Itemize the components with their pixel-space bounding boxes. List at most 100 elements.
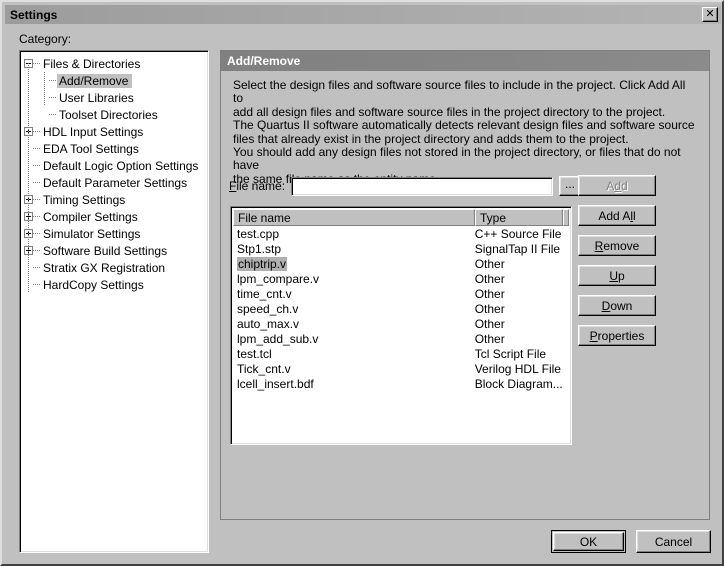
tree-connector-icon	[33, 250, 41, 251]
table-row[interactable]: Stp1.stp SignalTap II File	[233, 241, 569, 256]
cancel-button[interactable]: Cancel	[636, 530, 711, 553]
table-row[interactable]: test.cpp C++ Source File	[233, 226, 569, 241]
table-row[interactable]: chiptrip.v Other	[233, 256, 569, 271]
panel-description-line: add all design files and software source…	[233, 104, 666, 119]
sidebar-item-label: Software Build Settings	[43, 243, 168, 258]
table-row[interactable]: time_cnt.v Other	[233, 286, 569, 301]
file-name-text: auto_max.v	[237, 316, 300, 331]
properties-button[interactable]: Properties	[578, 325, 656, 346]
table-row[interactable]: speed_ch.v Other	[233, 301, 569, 316]
file-name-label: File name:	[229, 179, 285, 193]
file-name-cell: chiptrip.v	[233, 256, 471, 271]
file-list-body: test.cpp C++ Source File Stp1.stp SignalTap…	[233, 226, 569, 391]
tree-connector-icon	[33, 233, 41, 234]
settings-dialog: Settings ✕ Category: Files & Directories…	[0, 0, 724, 566]
panel-description: Select the design files and software sou…	[233, 78, 695, 186]
sidebar-item-default-logic-option-settings[interactable]: Default Logic Option Settings	[20, 157, 208, 174]
file-type-cell: Other	[474, 301, 505, 316]
table-row[interactable]: test.tcl Tcl Script File	[233, 346, 569, 361]
tree-connector-icon	[49, 97, 57, 98]
sidebar-item-hardcopy-settings[interactable]: HardCopy Settings	[20, 276, 208, 293]
file-name-text: Stp1.stp	[237, 241, 282, 256]
add-button: Add	[578, 175, 656, 196]
table-row[interactable]: Tick_cnt.v Verilog HDL File	[233, 361, 569, 376]
tree-connector-icon	[33, 182, 41, 183]
sidebar-item-simulator-settings[interactable]: Simulator Settings	[20, 225, 208, 242]
close-icon[interactable]: ✕	[702, 7, 718, 22]
table-row[interactable]: lpm_compare.v Other	[233, 271, 569, 286]
sidebar-item-label: Stratix GX Registration	[43, 260, 166, 275]
sidebar-item-label: EDA Tool Settings	[43, 141, 139, 156]
column-header-type[interactable]: Type	[475, 209, 563, 226]
tree-connector-icon	[33, 216, 41, 217]
file-name-input[interactable]	[291, 176, 554, 196]
ok-button[interactable]: OK	[553, 532, 624, 551]
sidebar-item-label: Timing Settings	[43, 192, 126, 207]
file-name-label-rest: ile name:	[236, 179, 286, 193]
sidebar-item-label: Files & Directories	[43, 56, 141, 71]
file-name-text: test.cpp	[237, 226, 280, 241]
tree-connector-icon	[33, 267, 41, 268]
sidebar-item-timing-settings[interactable]: Timing Settings	[20, 191, 208, 208]
file-type-cell: Verilog HDL File	[474, 361, 561, 376]
remove-button[interactable]: Remove	[578, 235, 656, 256]
sidebar-item-compiler-settings[interactable]: Compiler Settings	[20, 208, 208, 225]
sidebar-item-software-build-settings[interactable]: Software Build Settings	[20, 242, 208, 259]
sidebar-item-label: Default Logic Option Settings	[43, 158, 199, 173]
category-tree[interactable]: Files & Directories Add/Remove User Librar…	[19, 50, 209, 553]
sidebar-item-eda-tool-settings[interactable]: EDA Tool Settings	[20, 140, 208, 157]
category-label: Category:	[19, 32, 72, 46]
file-type-cell: Tcl Script File	[474, 346, 547, 361]
file-list-header: File name Type	[233, 209, 569, 226]
column-header-filler	[563, 209, 569, 226]
tree-connector-icon	[33, 63, 41, 64]
category-tree-list: Files & Directories Add/Remove User Librar…	[20, 51, 208, 293]
file-name-text: lcell_insert.bdf	[237, 376, 314, 391]
tree-connector-icon	[33, 131, 41, 132]
column-header-file-name[interactable]: File name	[233, 209, 475, 226]
file-type-cell: Other	[474, 256, 505, 271]
sidebar-item-label: HDL Input Settings	[43, 124, 144, 139]
sidebar-item-files-directories[interactable]: Files & Directories	[20, 55, 208, 72]
panel-description-line: files that already exist in the project …	[233, 131, 629, 146]
table-row[interactable]: lpm_add_sub.v Other	[233, 331, 569, 346]
file-type-cell: C++ Source File	[474, 226, 562, 241]
file-name-text: speed_ch.v	[237, 301, 299, 316]
file-name-cell: test.tcl	[233, 347, 471, 361]
dialog-footer: OK Cancel	[551, 530, 711, 553]
tree-connector-icon	[33, 148, 41, 149]
tree-connector-icon	[49, 114, 57, 115]
sidebar-item-stratix-gx-registration[interactable]: Stratix GX Registration	[20, 259, 208, 276]
settings-panel: Add/Remove Select the design files and s…	[220, 50, 710, 520]
sidebar-item-add-remove[interactable]: Add/Remove	[20, 72, 208, 89]
panel-description-line: Select the design files and software sou…	[233, 78, 686, 106]
table-row[interactable]: auto_max.v Other	[233, 316, 569, 331]
file-type-cell: SignalTap II File	[474, 241, 561, 256]
sidebar-item-default-parameter-settings[interactable]: Default Parameter Settings	[20, 174, 208, 191]
down-button[interactable]: Down	[578, 295, 656, 316]
file-name-row: File name: ...	[229, 176, 582, 196]
file-name-cell: speed_ch.v	[233, 302, 471, 316]
tree-connector-icon	[33, 284, 41, 285]
sidebar-item-label: Add/Remove	[57, 73, 133, 88]
file-name-cell: test.cpp	[233, 227, 471, 241]
sidebar-item-label: Simulator Settings	[43, 226, 141, 241]
file-name-cell: auto_max.v	[233, 317, 471, 331]
file-list[interactable]: File name Type test.cpp C++ Source File St…	[230, 206, 572, 445]
file-type-cell: Other	[474, 286, 505, 301]
table-row[interactable]: lcell_insert.bdf Block Diagram...	[233, 376, 569, 391]
file-name-cell: lcell_insert.bdf	[233, 377, 471, 391]
sidebar-item-user-libraries[interactable]: User Libraries	[20, 89, 208, 106]
sidebar-item-label: Toolset Directories	[59, 107, 158, 122]
add-all-button[interactable]: Add All	[578, 205, 656, 226]
sidebar-item-toolset-directories[interactable]: Toolset Directories	[20, 106, 208, 123]
sidebar-item-hdl-input-settings[interactable]: HDL Input Settings	[20, 123, 208, 140]
up-button[interactable]: Up	[578, 265, 656, 286]
title-bar[interactable]: Settings ✕	[5, 5, 721, 24]
file-name-cell: lpm_add_sub.v	[233, 332, 471, 346]
file-type-cell: Other	[474, 331, 505, 346]
file-name-text: time_cnt.v	[237, 286, 292, 301]
file-name-text: lpm_compare.v	[237, 271, 320, 286]
panel-description-line: You should add any design files not stor…	[233, 145, 681, 173]
tree-connector-icon	[49, 80, 57, 81]
